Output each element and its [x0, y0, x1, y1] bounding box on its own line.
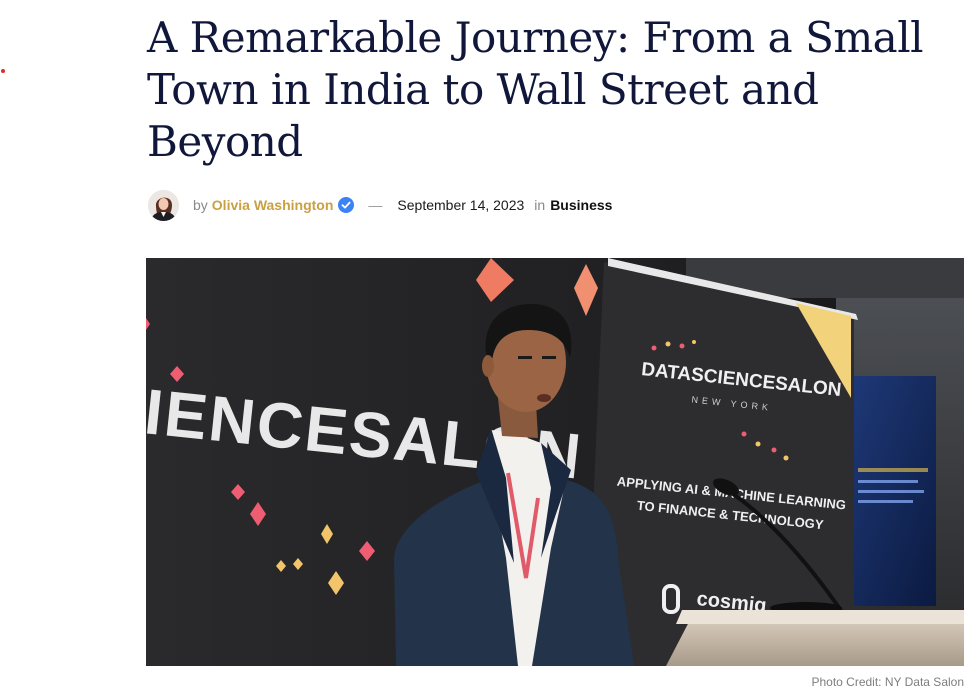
author-avatar[interactable] — [148, 189, 179, 221]
in-label: in — [534, 197, 546, 213]
by-label: by — [193, 197, 208, 213]
article-title: A Remarkable Journey: From a Small Town … — [147, 13, 924, 166]
podium — [666, 618, 964, 666]
accent-dot — [1, 69, 5, 73]
hero-image: IENCESALON DATASCIENCESALON NEW YORK APP… — [146, 258, 964, 666]
article-meta: by Olivia Washington — September 14, 202… — [148, 188, 612, 222]
category-link[interactable]: Business — [550, 197, 612, 213]
meta-separator: — — [368, 197, 383, 213]
publish-date: September 14, 2023 — [397, 197, 525, 213]
photo-credit: Photo Credit: NY Data Salon — [811, 675, 964, 689]
author-name-link[interactable]: Olivia Washington — [212, 197, 334, 213]
verified-badge-icon — [338, 197, 355, 213]
